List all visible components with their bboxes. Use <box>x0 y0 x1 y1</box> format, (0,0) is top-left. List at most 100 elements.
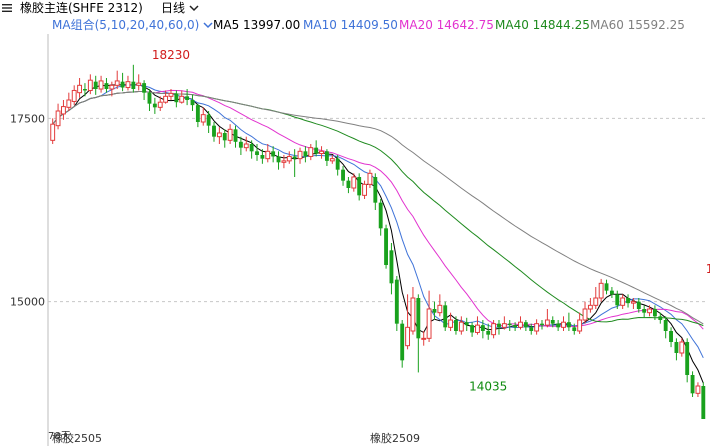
candle-body <box>561 321 566 328</box>
candle-body <box>593 297 599 306</box>
candle-body <box>109 84 115 90</box>
candlestick-chart[interactable]: 1750015000橡胶2505橡胶250978天182301531014035… <box>0 0 710 446</box>
candle-body <box>609 290 614 295</box>
candle-body <box>190 100 195 106</box>
candle-body <box>454 320 458 331</box>
candle-body <box>233 129 238 142</box>
ma20-line <box>52 89 704 330</box>
candle-body <box>66 99 72 108</box>
bottom-left-label: 78天 <box>48 431 71 442</box>
candle-body <box>582 308 588 321</box>
candle-body <box>486 331 491 335</box>
price-annotation: 15310 <box>706 262 710 276</box>
candle-body <box>120 81 125 88</box>
candle-body <box>329 158 335 162</box>
candle-body <box>544 319 550 326</box>
candle-body <box>378 202 383 229</box>
ma10-line <box>52 84 704 359</box>
candle-body <box>626 298 630 304</box>
candle-body <box>405 326 411 347</box>
y-tick-label: 15000 <box>10 296 45 309</box>
candle-body <box>394 279 399 324</box>
candle-body <box>615 294 620 306</box>
candle-body <box>432 309 437 313</box>
candle-body <box>185 96 190 100</box>
candle-body <box>556 323 561 328</box>
candle-body <box>281 160 287 163</box>
candle-body <box>71 89 77 102</box>
candle-body <box>243 143 249 149</box>
y-tick-label: 17500 <box>10 112 45 125</box>
candle-body <box>695 385 701 394</box>
candle-body <box>286 155 292 162</box>
candle-body <box>630 301 636 304</box>
candle-body <box>690 375 695 394</box>
candle-body <box>636 301 641 309</box>
candle-body <box>174 93 179 103</box>
candle-body <box>642 309 647 313</box>
candle-body <box>50 123 56 141</box>
candle-body <box>529 327 534 331</box>
candle-body <box>572 327 577 331</box>
candle-body <box>163 95 169 103</box>
candle-body <box>701 386 706 419</box>
candle-body <box>206 114 211 126</box>
candle-body <box>513 325 518 328</box>
candle-body <box>685 342 690 375</box>
candle-body <box>464 322 469 326</box>
candle-body <box>674 342 679 353</box>
candle-body <box>292 156 297 159</box>
candle-body <box>416 298 421 339</box>
candle-body <box>566 322 571 328</box>
price-annotation: 18230 <box>152 48 190 62</box>
candle-body <box>373 177 378 203</box>
candle-body <box>136 82 142 86</box>
candle-body <box>458 321 464 332</box>
candle-body <box>212 125 216 137</box>
candle-body <box>448 319 454 328</box>
candle-body <box>437 304 443 314</box>
candle-body <box>384 228 389 265</box>
candle-body <box>255 151 259 155</box>
candle-body <box>367 172 373 185</box>
candle-body <box>620 297 626 306</box>
candle-body <box>346 180 351 188</box>
candle-body <box>147 92 152 104</box>
candle-body <box>179 95 185 103</box>
candle-body <box>400 323 405 361</box>
candle-body <box>421 337 427 340</box>
candle-body <box>351 176 357 189</box>
candle-body <box>265 150 271 160</box>
candle-body <box>195 105 200 122</box>
candle-body <box>93 81 98 89</box>
candle-body <box>577 319 583 332</box>
candle-body <box>77 84 83 94</box>
candle-body <box>55 110 61 127</box>
candle-body <box>550 320 555 324</box>
candle-body <box>260 155 265 159</box>
candle-body <box>480 325 485 331</box>
candle-body <box>652 309 657 317</box>
candle-body <box>443 305 448 328</box>
candle-body <box>647 308 652 314</box>
candle-body <box>249 144 254 152</box>
candle-body <box>470 325 475 333</box>
candle-body <box>142 83 147 93</box>
candle-body <box>491 323 497 336</box>
candle-body <box>238 141 243 148</box>
candle-body <box>679 341 685 354</box>
candle-body <box>475 324 480 333</box>
candle-body <box>658 316 663 320</box>
candle-body <box>87 79 93 91</box>
candle-body <box>507 323 512 326</box>
candle-body <box>83 89 87 91</box>
candle-body <box>669 331 673 342</box>
candle-body <box>587 304 593 310</box>
candle-body <box>104 83 109 89</box>
candle-body <box>663 320 668 331</box>
candle-body <box>222 133 227 141</box>
candle-body <box>216 132 222 138</box>
candle-body <box>426 308 432 339</box>
candle-body <box>271 151 276 157</box>
candle-body <box>319 150 324 155</box>
